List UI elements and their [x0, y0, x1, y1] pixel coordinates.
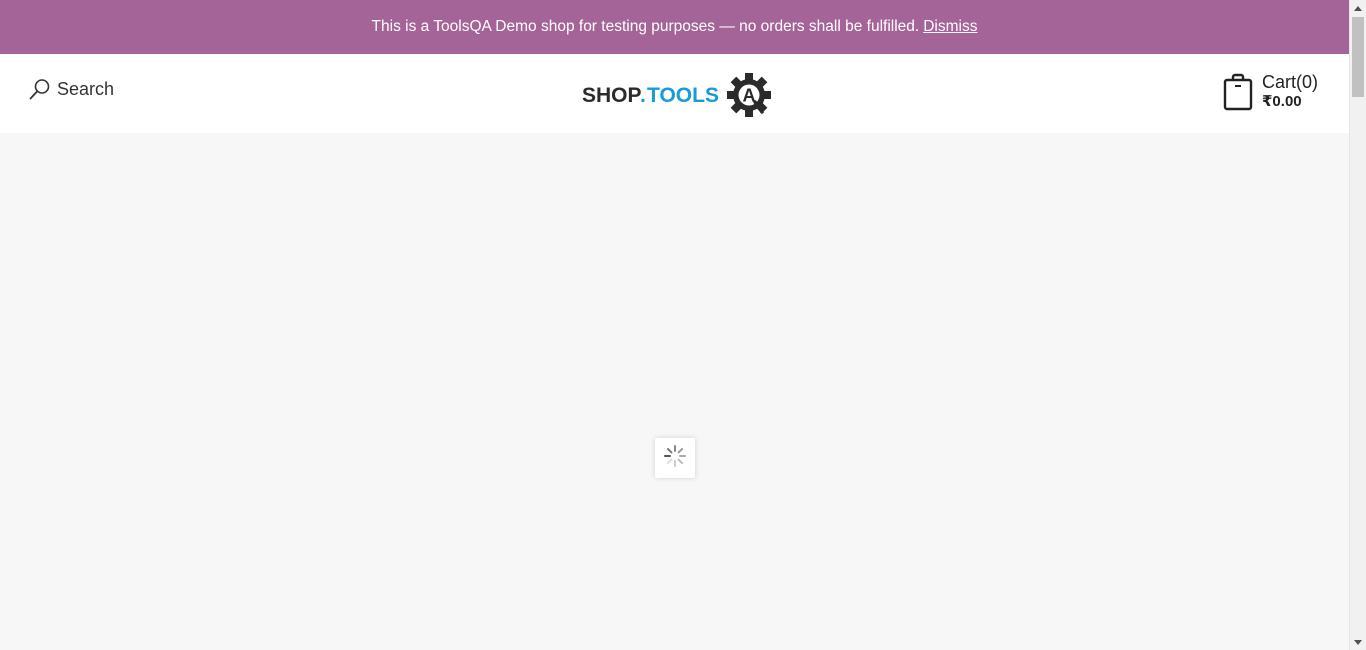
loading-indicator: [655, 438, 695, 478]
vertical-scrollbar[interactable]: [1349, 0, 1366, 650]
scroll-down-icon[interactable]: [1350, 634, 1366, 650]
search-label: Search: [57, 78, 115, 99]
search-button[interactable]: Search: [29, 78, 114, 100]
demo-store-notice: This is a ToolsQA Demo shop for testing …: [0, 0, 1349, 54]
cart-title: Cart(0): [1262, 72, 1319, 92]
demo-notice-text: This is a ToolsQA Demo shop for testing …: [371, 18, 920, 35]
site-logo[interactable]: SHOP . TOOLS A: [582, 72, 772, 118]
gear-icon: A: [727, 73, 771, 117]
logo-tools-text: TOOLS: [647, 84, 719, 107]
shopping-bag-icon: [1222, 73, 1254, 116]
scroll-up-icon[interactable]: [1350, 0, 1366, 16]
page: This is a ToolsQA Demo shop for testing …: [0, 0, 1366, 650]
cart-total: ₹0.00: [1262, 93, 1302, 110]
scrollbar-thumb[interactable]: [1352, 17, 1364, 97]
logo-shop-text: SHOP: [582, 84, 642, 107]
logo-dot-text: .: [640, 84, 646, 107]
search-icon: [29, 78, 51, 100]
dismiss-link[interactable]: Dismiss: [923, 18, 977, 36]
cart-summary: Cart(0) ₹0.00: [1262, 71, 1318, 111]
spinner-icon: [663, 444, 687, 473]
site-header: Search SHOP . TOOLS A Cart(0) ₹0.00: [0, 54, 1349, 133]
main-content: [0, 133, 1349, 650]
cart-button[interactable]: Cart(0) ₹0.00: [1222, 71, 1318, 116]
